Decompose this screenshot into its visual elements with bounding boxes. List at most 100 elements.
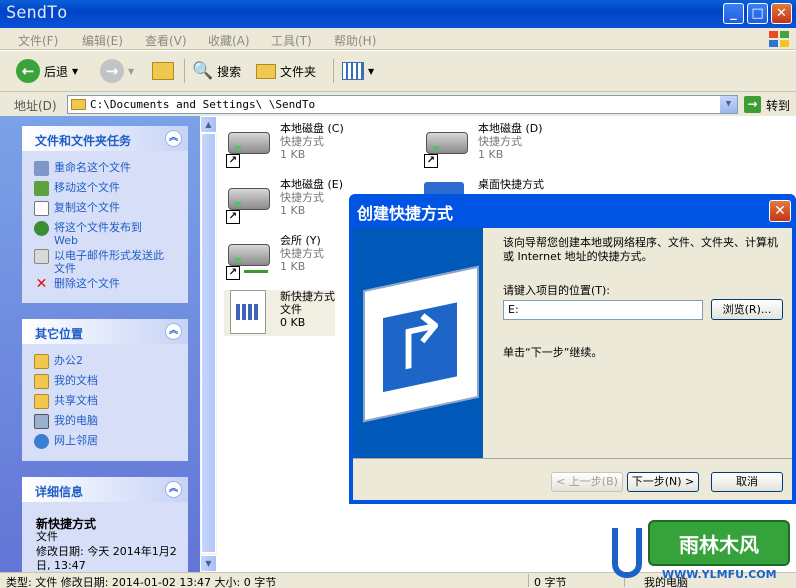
menu-edit[interactable]: 编辑(E) [82,32,123,49]
address-dropdown-button[interactable]: ▼ [720,96,737,113]
next-step-button[interactable]: 下一步(N) > [627,472,699,492]
chevron-down-icon: ▼ [72,66,79,76]
details-title: 详细信息 [35,485,84,499]
file-item[interactable]: ↗ 本地磁盘 (D) 快捷方式 1 KB [422,122,543,168]
place-my-computer[interactable]: 我的电脑 [34,414,98,429]
collapse-icon[interactable]: ︽ [165,130,182,147]
menu-view[interactable]: 查看(V) [145,32,187,49]
file-type: 快捷方式 [280,135,324,148]
place-label: 网上邻居 [54,434,98,447]
file-item[interactable]: ↗ 本地磁盘 (C) 快捷方式 1 KB [224,122,344,168]
dialog-body: 该向导帮您创建本地或网络程序、文件、文件夹、计算机或 Internet 地址的快… [353,228,792,500]
chevron-down-icon: ▼ [368,66,375,76]
address-input[interactable]: C:\Documents and Settings\ \SendTo ▼ [67,95,738,114]
location-input[interactable]: E: [503,300,703,320]
shared-folder-icon [34,394,49,409]
watermark-logo-icon [612,528,642,578]
shortcut-wizard-icon [363,265,479,423]
search-label: 搜索 [217,64,242,79]
task-rename[interactable]: 重命名这个文件 [34,161,131,176]
place-network[interactable]: 网上邻居 [34,434,98,449]
folder-icon [71,99,86,110]
folders-button[interactable]: 文件夹 [256,58,316,84]
drive-shortcut-icon: ↗ [224,122,274,168]
file-tasks-header[interactable]: 文件和文件夹任务 ︽ [22,126,188,151]
chevron-down-icon: ▼ [128,66,135,76]
move-icon [34,181,49,196]
place-label: 我的文档 [54,374,98,387]
back-button[interactable]: ← 后退 ▼ [16,58,78,84]
menu-tools[interactable]: 工具(T) [271,32,312,49]
cancel-button[interactable]: 取消 [711,472,783,492]
file-size: 1 KB [478,148,504,161]
task-label: 以电子邮件形式发送此文件 [54,249,164,275]
file-size: 1 KB [280,204,306,217]
scroll-down-button[interactable]: ▼ [200,555,217,572]
maximize-icon: □ [751,6,764,21]
other-places-panel: 其它位置 ︽ 办公2 我的文档 共享文档 我的电脑 网上邻居 [22,319,188,461]
browse-button[interactable]: 浏览(R)... [711,299,783,320]
scroll-thumb[interactable] [201,133,216,553]
forward-button[interactable]: → ▼ [100,58,134,84]
place-my-documents[interactable]: 我的文档 [34,374,98,389]
drive-shortcut-icon: ↗ [224,178,274,224]
minimize-button[interactable]: _ [723,3,744,24]
drive-shortcut-icon: ↗ [422,122,472,168]
collapse-icon[interactable]: ︽ [165,481,182,498]
file-type: 文件 [280,303,302,316]
file-item[interactable]: ↗ 会所 (Y) 快捷方式 1 KB [224,234,324,280]
task-delete[interactable]: ✕ 删除这个文件 [34,277,120,292]
menu-bar: 文件(F) 编辑(E) 查看(V) 收藏(A) 工具(T) 帮助(H) [0,28,796,50]
search-button[interactable]: 🔍 搜索 [192,58,241,84]
go-arrow-icon[interactable]: → [744,96,761,113]
back-label: 后退 [44,64,69,79]
folders-icon [256,63,276,79]
maximize-button[interactable]: □ [747,3,768,24]
window-title: SendTo [6,3,68,23]
copy-icon [34,201,49,216]
place-shared-documents[interactable]: 共享文档 [34,394,98,409]
collapse-icon[interactable]: ︽ [165,323,182,340]
file-tasks-panel: 文件和文件夹任务 ︽ 重命名这个文件 移动这个文件 复制这个文件 将这个文件发布… [22,126,188,303]
continue-hint: 单击“下一步”继续。 [503,346,603,359]
back-step-button[interactable]: < 上一步(B) [551,472,623,492]
forward-arrow-icon: → [100,59,124,83]
details-header[interactable]: 详细信息 ︽ [22,477,188,502]
menu-favorites[interactable]: 收藏(A) [208,32,250,49]
go-button[interactable]: 转到 [766,97,790,114]
close-button[interactable]: ✕ [771,3,792,24]
up-folder-icon [152,62,174,80]
dialog-title: 创建快捷方式 [357,204,454,223]
file-name: 会所 (Y) [280,234,321,247]
up-folder-button[interactable] [152,58,174,84]
place-office2[interactable]: 办公2 [34,354,83,369]
globe-icon [34,221,49,236]
task-move[interactable]: 移动这个文件 [34,181,120,196]
scroll-up-button[interactable]: ▲ [200,116,217,133]
views-button[interactable]: ▼ [342,58,374,84]
task-copy[interactable]: 复制这个文件 [34,201,120,216]
task-email[interactable]: 以电子邮件形式发送此文件 [34,249,164,275]
menu-file[interactable]: 文件(F) [18,32,58,49]
dialog-intro: 该向导帮您创建本地或网络程序、文件、文件夹、计算机或 Internet 地址的快… [503,236,778,263]
task-label: 删除这个文件 [54,277,120,290]
file-name: 本地磁盘 (E) [280,178,344,191]
other-places-header[interactable]: 其它位置 ︽ [22,319,188,344]
file-size: 0 KB [280,316,306,329]
minimize-icon: _ [730,6,737,21]
views-icon [342,62,364,80]
folders-label: 文件夹 [280,64,317,79]
address-path: C:\Documents and Settings\ \SendTo [90,98,316,111]
vertical-scrollbar[interactable]: ▲ ▼ [200,116,217,572]
file-item-selected[interactable]: 新快捷方式 文件 0 KB [224,290,335,336]
details-type: 文件 [36,530,58,543]
email-icon [34,249,49,264]
status-divider [528,574,529,587]
dialog-close-button[interactable]: ✕ [769,200,791,222]
file-item[interactable]: ↗ 本地磁盘 (E) 快捷方式 1 KB [224,178,343,224]
task-label: 复制这个文件 [54,201,120,214]
place-label: 共享文档 [54,394,98,407]
task-publish-web[interactable]: 将这个文件发布到 Web [34,221,164,247]
menu-help[interactable]: 帮助(H) [334,32,376,49]
toolbar-separator [333,59,334,83]
